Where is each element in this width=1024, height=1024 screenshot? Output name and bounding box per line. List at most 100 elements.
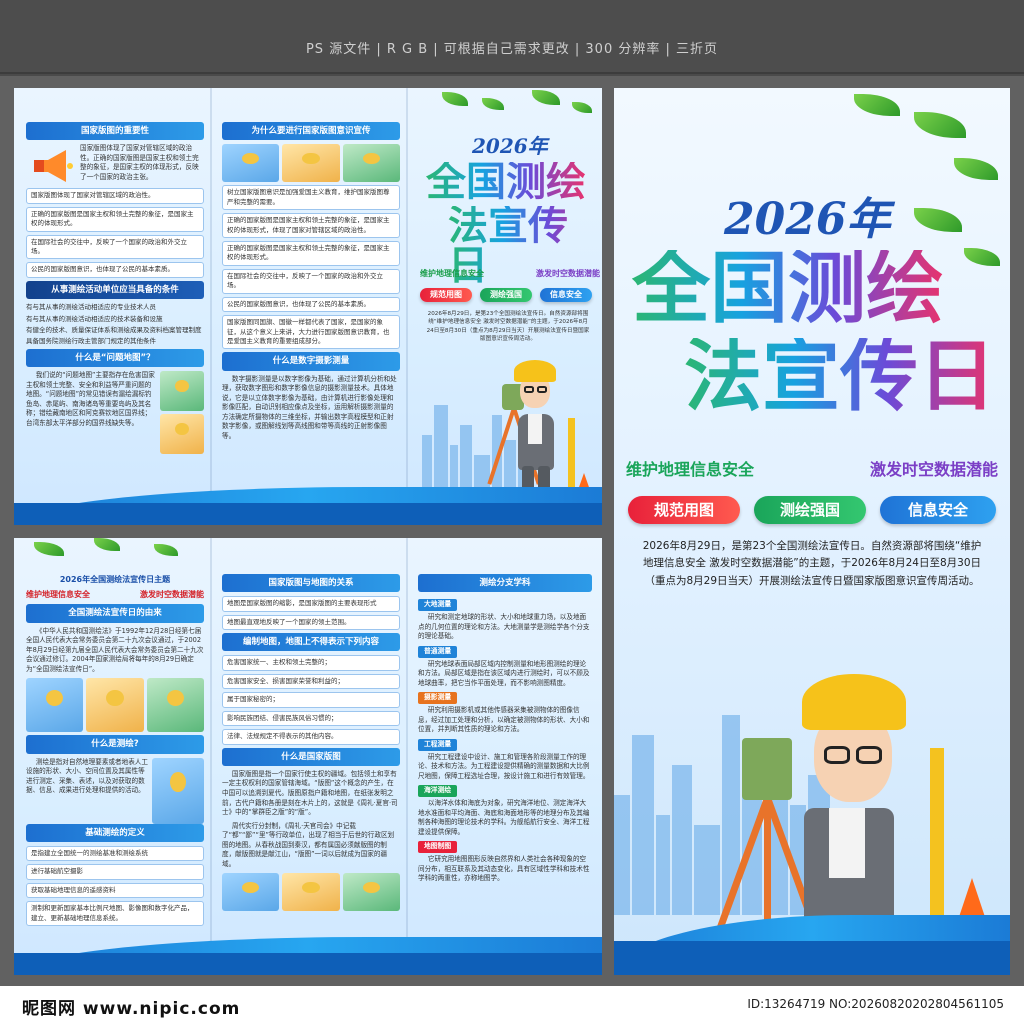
list-item: 测制和更新国家基本比例尺地图、影像图和数字化产品，建立、更新基础地理信息系统。 xyxy=(26,901,204,926)
cover-year: 2026年 xyxy=(472,134,548,158)
body-text: 研究工程建设中设计、施工和管理各阶段测量工作的理论、技术和方法。为工程建设提供精… xyxy=(418,752,590,780)
list-item: 正确的国家版图是国家主权和领土完整的象征，是国家主权的体现形式，体现了国家对管辖… xyxy=(222,213,400,238)
theme-right: 激发时空数据潜能 xyxy=(140,589,204,599)
slogan-right: 激发时空数据潜能 xyxy=(536,269,600,278)
section-title: 什么是“问题地图”？ xyxy=(26,348,204,368)
list-item: 是指建立全国统一的测绘基准和测绘系统 xyxy=(26,845,204,862)
list-item: 影响民族团结、侵害民族风俗习惯的； xyxy=(222,710,400,727)
cover-title-line2: 法宣传日 xyxy=(684,331,997,422)
tag-survey-power: 测绘强国 xyxy=(754,496,866,524)
intro-text: 国家版图体现了国家对管辖区域的政治性。正确的国家版图是国家主权和领土完整的象征，… xyxy=(80,144,199,181)
top-banner: PS 源文件 | R G B | 可根据自己需求更改 | 300 分辨率 | 三… xyxy=(0,0,1024,74)
body-text: 测绘是指对自然地理要素或者地表人工设施的形状、大小、空间位置及其属性等进行测定、… xyxy=(26,757,148,795)
panel-theme: 2026年全国测绘法宣传日主题 维护地理信息安全 激发时空数据潜能 全国测绘法宣… xyxy=(26,574,204,929)
section-title: 国家版图的重要性 xyxy=(26,122,204,141)
panel-map-importance: 国家版图的重要性 国家版图体现了国家对管辖区域的政治性。正确的国家版图是国家主权… xyxy=(26,122,204,455)
tag: 测绘强国 xyxy=(480,288,532,302)
panel-awareness: 为什么要进行国家版图意识宣传 树立国家版图意识是加强爱国主义教育，维护国家版图尊… xyxy=(222,122,400,446)
list-item: 公民的国家版图意识，也体现了公民的基本素质。 xyxy=(26,262,204,278)
body-text: 我们说的“问题地图”主要指存在危害国家主权和领土完整、安全和利益等严重问题的地图… xyxy=(26,371,155,427)
section-title: 国家版图与地图的关系 xyxy=(222,574,400,593)
illustration-image xyxy=(282,873,340,912)
body-text: 以海洋水体和海底为对象，研究海洋地位、测定海洋大地水准面和平均海面、海底和海面地… xyxy=(418,799,590,836)
illustration-image xyxy=(160,371,204,412)
body-text: 研究利用摄影机或其他传感器采集被测物体的图像信息，经过加工处理和分析，以确定被测… xyxy=(418,706,590,734)
list-item: 有与其从事的测绘活动相适应的技术装备和设施 xyxy=(26,314,163,323)
megaphone-icon xyxy=(26,144,76,188)
section-title: 编制地图，地图上不得表示下列内容 xyxy=(222,633,400,652)
list-item: 公民的国家版图意识，也体现了公民的基本素质。 xyxy=(222,296,400,313)
list-item: 国家版图体现了国家对管辖区域的政治性。 xyxy=(26,188,204,204)
section-title: 从事测绘活动单位应当具备的条件 xyxy=(26,280,204,300)
list-item: 进行基础航空摄影 xyxy=(26,864,204,880)
cover-panel: 2026年 全国测绘 法宣传日 维护地理信息安全 激发时空数据潜能 规范用图 测… xyxy=(614,88,1010,975)
illustration-image xyxy=(342,873,400,912)
tag: 信息安全 xyxy=(540,288,592,302)
section-title: 全国测绘法宣传日的由来 xyxy=(26,604,204,623)
banner-text: PS 源文件 | R G B | 可根据自己需求更改 | 300 分辨率 | 三… xyxy=(305,42,719,57)
body-text: 研究和测定地球的形状、大小和地球重力场，以及地面点的几何位置的理论和方法。大地测… xyxy=(418,613,590,641)
illustration-image xyxy=(152,757,204,824)
section-title: 什么是数字摄影测量 xyxy=(222,352,400,371)
section-title: 测绘分支学科 xyxy=(418,574,592,593)
list-item: 获取基础地理信息的遥感资料 xyxy=(26,882,204,899)
body-text: 它研究用地图图形反映自然界和人类社会各种现象的空间分布，相互联系及其动态变化，具… xyxy=(418,855,590,883)
subsection-label: 大地测量 xyxy=(418,599,458,612)
subsection-label: 普通测量 xyxy=(418,645,458,658)
slogan-left: 维护地理信息安全 xyxy=(420,269,484,278)
section-title: 基础测绘的定义 xyxy=(26,823,204,842)
illustration-image xyxy=(222,873,280,912)
subsection-label: 地图制图 xyxy=(418,841,458,854)
cover-year: 2026年 xyxy=(724,194,891,245)
section-title: 2026年全国测绘法宣传日主题 xyxy=(59,575,171,584)
tag-standard-map: 规范用图 xyxy=(628,496,740,524)
list-item: 危害国家统一、主权和领土完整的； xyxy=(222,655,400,671)
illustration-image xyxy=(342,144,400,183)
section-title: 什么是国家版图 xyxy=(222,747,400,766)
section-title: 为什么要进行国家版图意识宣传 xyxy=(222,122,400,141)
site-logo: 昵图网 www.nipic.com xyxy=(22,999,241,1019)
body-text: 研究地球表面局部区域内控制测量和地形图测绘的理论和方法。局部区域是指在该区域内进… xyxy=(418,659,590,687)
illustration-image xyxy=(146,678,204,733)
mini-cover: 2026年 全国测绘 法宣传日 维护地理信息安全 激发时空数据潜能 规范用图 测… xyxy=(412,88,602,525)
list-item: 地图最直观地反映了一个国家的领土范围。 xyxy=(222,614,400,631)
slogan-right: 激发时空数据潜能 xyxy=(869,460,998,479)
list-item: 国家版图同国旗、国徽一样都代表了国家，是国家的象征，从这个意义上来讲，大力进行国… xyxy=(222,315,400,350)
subsection-label: 海洋测绘 xyxy=(418,785,458,798)
theme-left: 维护地理信息安全 xyxy=(26,589,90,599)
list-item: 法律、法规规定不得表示的其他内容。 xyxy=(222,729,400,745)
slogan-left: 维护地理信息安全 xyxy=(626,460,755,479)
list-item: 有与其从事的测绘活动相适应的专业技术人员 xyxy=(26,303,156,312)
panel-branches: 测绘分支学科 大地测量 研究和测定地球的形状、大小和地球重力场，以及地面点的几何… xyxy=(418,574,592,885)
panel-map-relation: 国家版图与地图的关系 地图是国家版图的缩影，是国家版图的主要表现形式 地图最直观… xyxy=(222,574,400,914)
cover-intro: 2026年8月29日，是第23个全国测绘法宣传日。自然资源部将围绕“维护地理信息… xyxy=(426,311,590,343)
tag: 规范用图 xyxy=(420,288,472,302)
illustration-image xyxy=(282,144,340,183)
list-item: 正确的国家版图是国家主权和领土完整的象征，是国家主权的体现形式。 xyxy=(26,206,204,232)
list-item: 地图是国家版图的缩影，是国家版图的主要表现形式 xyxy=(222,596,400,612)
cover-title: 全国测绘 xyxy=(426,158,586,205)
tag-info-security: 信息安全 xyxy=(880,496,996,524)
subsection-label: 工程测量 xyxy=(418,738,458,751)
body-text: 周代实行分封制，《周礼·天官司会》中记载了“都”“鄙”“里”等行政单位，出现了相… xyxy=(222,821,395,868)
illustration-image xyxy=(86,678,144,733)
list-item: 有健全的技术、质量保证体系和测绘成果及资料档案管理制度 xyxy=(26,326,202,334)
illustration-image xyxy=(222,144,280,183)
list-item: 在国际社会的交往中，反映了一个国家的政治和外交立场。 xyxy=(222,268,400,294)
list-item: 正确的国家版图是国家主权和领土完整的象征，是国家主权的体现形式。 xyxy=(222,241,400,266)
body-text: 国家版图是指一个国家行使主权的疆域。包括领土和享有一定主权权利的国家管辖海域。“… xyxy=(222,769,398,817)
cover-intro: 2026年8月29日，是第23个全国测绘法宣传日。自然资源部将围绕“维护地理信息… xyxy=(642,540,982,587)
body-text: 《中华人民共和国测绘法》于1992年12月28日经第七届全国人民代表大会常务委员… xyxy=(26,626,204,673)
section-title: 什么是测绘? xyxy=(26,735,204,754)
image-id: ID:13264719 NO:20260820202804561105 xyxy=(747,997,1004,1011)
cover-title-line1: 全国测绘 xyxy=(632,243,945,334)
watermark-footer: 昵图网 www.nipic.com ID:13264719 NO:2026082… xyxy=(0,986,1024,1024)
list-item: 在国际社会的交往中，反映了一个国家的政治和外交立场。 xyxy=(26,234,204,260)
body-text: 数字摄影测量是以数字影像为基础，通过计算机分析和处理，获取数字图形和数字影像信息… xyxy=(222,374,397,440)
list-item: 具备国务院测绘行政主管部门规定的其他条件 xyxy=(26,337,156,346)
list-item: 树立国家版图意识是加强爱国主义教育，维护国家版图尊严和完整的需要。 xyxy=(222,185,400,211)
illustration-image xyxy=(160,414,204,455)
trifold-sheet-inside: 国家版图的重要性 国家版图体现了国家对管辖区域的政治性。正确的国家版图是国家主权… xyxy=(14,88,602,525)
illustration-image xyxy=(26,678,84,733)
list-item: 属于国家秘密的； xyxy=(222,692,400,708)
